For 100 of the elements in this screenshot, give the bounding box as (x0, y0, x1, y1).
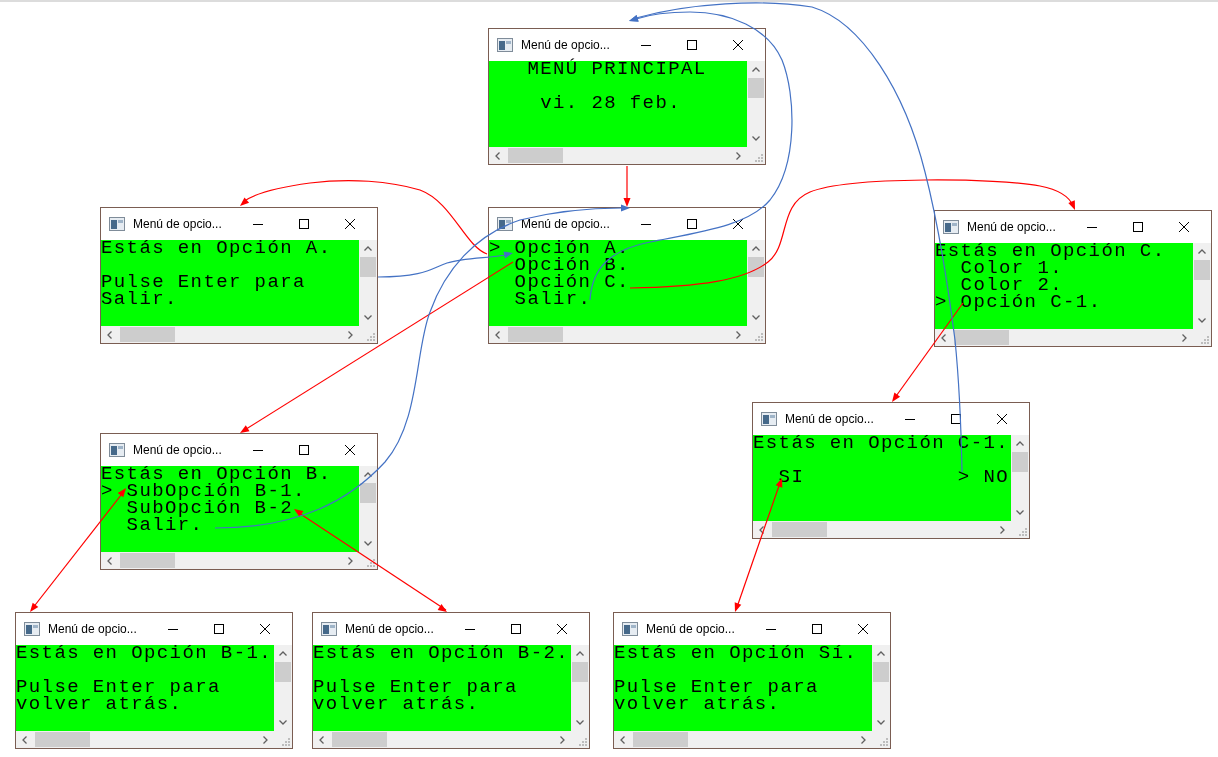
close-icon (858, 624, 868, 634)
selection-cursor: > (957, 469, 971, 486)
scrollbar-thumb[interactable] (275, 662, 291, 682)
vertical-scrollbar[interactable] (747, 240, 765, 326)
scroll-up-icon[interactable] (364, 472, 372, 477)
scroll-right-icon[interactable] (1000, 525, 1005, 534)
scroll-up-icon[interactable] (752, 67, 760, 72)
scrollbar-thumb[interactable] (954, 330, 1009, 345)
resize-grip-icon[interactable] (579, 738, 587, 746)
scrollbar-thumb[interactable] (633, 732, 688, 747)
scroll-down-icon[interactable] (877, 720, 885, 725)
scrollbar-thumb[interactable] (748, 78, 764, 98)
vertical-scrollbar[interactable] (571, 645, 589, 731)
scroll-down-icon[interactable] (752, 136, 760, 141)
resize-grip-icon[interactable] (367, 333, 375, 341)
menu-item[interactable]: Color 2. (960, 277, 1063, 294)
scrollbar-thumb[interactable] (772, 522, 827, 537)
scroll-up-icon[interactable] (1016, 441, 1024, 446)
scroll-up-icon[interactable] (752, 246, 760, 251)
resize-grip-icon[interactable] (755, 333, 763, 341)
scrollbar-thumb[interactable] (360, 257, 376, 277)
scroll-up-icon[interactable] (576, 651, 584, 656)
horizontal-scrollbar[interactable] (489, 326, 747, 343)
scroll-right-icon[interactable] (1182, 333, 1187, 342)
scroll-left-icon[interactable] (107, 330, 112, 339)
minimize-icon (253, 223, 263, 225)
horizontal-scrollbar[interactable] (313, 731, 571, 748)
vertical-scrollbar[interactable] (359, 240, 377, 326)
scroll-left-icon[interactable] (495, 151, 500, 160)
resize-grip-icon[interactable] (1019, 528, 1027, 536)
scroll-left-icon[interactable] (759, 525, 764, 534)
vertical-scrollbar[interactable] (359, 466, 377, 552)
window-title: Menú de opcio... (133, 443, 222, 457)
scroll-right-icon[interactable] (861, 735, 866, 744)
menu-item[interactable]: > Opción C-1. (935, 294, 1102, 311)
menu-item[interactable]: Salir. (126, 517, 204, 534)
vertical-scrollbar[interactable] (1193, 243, 1211, 329)
resize-grip-icon[interactable] (1201, 336, 1209, 344)
horizontal-scrollbar[interactable] (489, 147, 747, 164)
vertical-scrollbar[interactable] (274, 645, 292, 731)
scroll-left-icon[interactable] (107, 556, 112, 565)
scrollbar-thumb[interactable] (748, 257, 764, 277)
scroll-down-icon[interactable] (576, 720, 584, 725)
scrollbar-thumb[interactable] (1012, 452, 1028, 472)
horizontal-scrollbar[interactable] (101, 326, 359, 343)
menu-item[interactable]: SubOpción B-2 (126, 500, 294, 517)
menu-item[interactable]: Opción C. (514, 274, 630, 291)
vertical-scrollbar[interactable] (872, 645, 890, 731)
scroll-down-icon[interactable] (752, 315, 760, 320)
scrollbar-thumb[interactable] (35, 732, 90, 747)
scrollbar-thumb[interactable] (120, 553, 175, 568)
scrollbar-thumb[interactable] (360, 483, 376, 503)
scroll-down-icon[interactable] (1016, 510, 1024, 515)
vertical-scrollbar[interactable] (1011, 435, 1029, 521)
menu-item[interactable]: Salir. (514, 291, 592, 308)
scrollbar-thumb[interactable] (572, 662, 588, 682)
scroll-left-icon[interactable] (495, 330, 500, 339)
horizontal-scrollbar[interactable] (753, 521, 1011, 538)
scrollbar-thumb[interactable] (508, 327, 563, 342)
horizontal-scrollbar[interactable] (16, 731, 274, 748)
scroll-down-icon[interactable] (364, 315, 372, 320)
scroll-right-icon[interactable] (736, 151, 741, 160)
scroll-up-icon[interactable] (364, 246, 372, 251)
resize-grip-icon[interactable] (880, 738, 888, 746)
scrollbar-thumb[interactable] (873, 662, 889, 682)
scrollbar-thumb[interactable] (332, 732, 387, 747)
minimize-icon (168, 628, 178, 630)
horizontal-scrollbar[interactable] (614, 731, 872, 748)
menu-item[interactable]: > Opción A. (489, 240, 630, 257)
vertical-scrollbar[interactable] (747, 61, 765, 147)
scroll-right-icon[interactable] (263, 735, 268, 744)
scroll-right-icon[interactable] (736, 330, 741, 339)
scroll-down-icon[interactable] (364, 541, 372, 546)
scrollbar-thumb[interactable] (508, 148, 563, 163)
scroll-right-icon[interactable] (348, 556, 353, 565)
scroll-left-icon[interactable] (941, 333, 946, 342)
scroll-left-icon[interactable] (319, 735, 324, 744)
scroll-right-icon[interactable] (560, 735, 565, 744)
scroll-down-icon[interactable] (1198, 318, 1206, 323)
window-icon (109, 443, 125, 457)
maximize-icon (812, 624, 822, 634)
menu-item[interactable]: > SubOpción B-1. (101, 483, 306, 500)
scroll-up-icon[interactable] (877, 651, 885, 656)
resize-grip-icon[interactable] (755, 154, 763, 162)
choice-option[interactable]: > NO (957, 469, 1009, 486)
resize-grip-icon[interactable] (282, 738, 290, 746)
resize-grip-icon[interactable] (367, 559, 375, 567)
scroll-down-icon[interactable] (279, 720, 287, 725)
scroll-up-icon[interactable] (279, 651, 287, 656)
scrollbar-thumb[interactable] (1194, 260, 1210, 280)
horizontal-scrollbar[interactable] (935, 329, 1193, 346)
menu-item[interactable]: Opción B. (514, 257, 630, 274)
scroll-up-icon[interactable] (1198, 249, 1206, 254)
choice-option[interactable]: SI (778, 469, 805, 486)
horizontal-scrollbar[interactable] (101, 552, 359, 569)
scroll-right-icon[interactable] (348, 330, 353, 339)
scroll-left-icon[interactable] (22, 735, 27, 744)
scrollbar-thumb[interactable] (120, 327, 175, 342)
menu-item[interactable]: Color 1. (960, 260, 1063, 277)
scroll-left-icon[interactable] (620, 735, 625, 744)
